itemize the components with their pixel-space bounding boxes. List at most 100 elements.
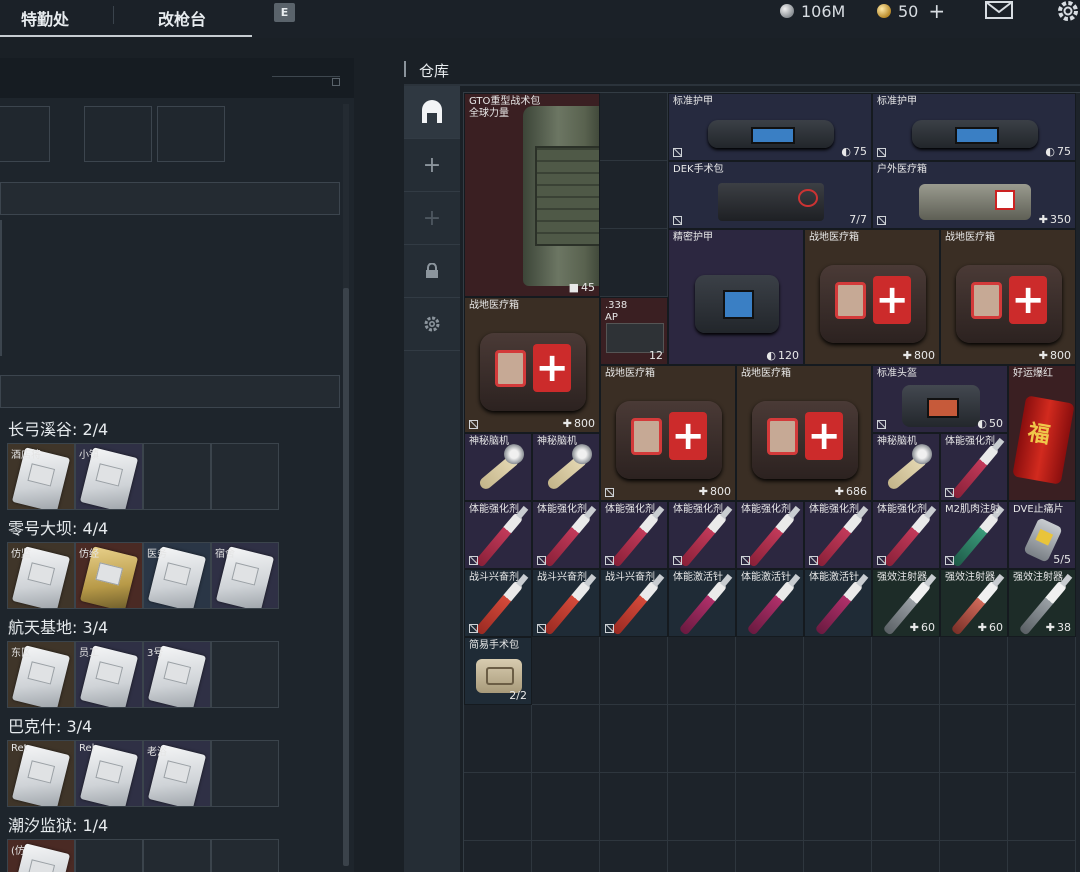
inventory-item[interactable]: 战斗兴奋剂	[600, 569, 668, 637]
add-warehouse-button[interactable]: +	[404, 139, 460, 191]
empty-grid-cell[interactable]	[736, 637, 804, 705]
empty-keycard-slot[interactable]	[211, 641, 279, 708]
empty-grid-cell[interactable]	[872, 773, 940, 841]
empty-grid-cell[interactable]	[532, 637, 600, 705]
inventory-item[interactable]: 体能强化剂	[940, 433, 1008, 501]
empty-grid-cell[interactable]	[1008, 637, 1076, 705]
equip-bar-slot[interactable]	[0, 182, 340, 215]
empty-keycard-slot[interactable]	[211, 839, 279, 872]
empty-grid-cell[interactable]	[668, 773, 736, 841]
add-warehouse-disabled-button[interactable]: +	[404, 192, 460, 244]
empty-grid-cell[interactable]	[736, 841, 804, 872]
empty-grid-cell[interactable]	[804, 637, 872, 705]
empty-keycard-slot[interactable]	[211, 740, 279, 807]
empty-grid-cell[interactable]	[532, 705, 600, 773]
empty-grid-cell[interactable]	[600, 161, 668, 229]
inventory-item[interactable]: 战地医疗箱 ✚800	[804, 229, 940, 365]
inventory-item[interactable]: DVE止痛片 5/5	[1008, 501, 1076, 569]
empty-grid-cell[interactable]	[804, 841, 872, 872]
inventory-item[interactable]: 战斗兴奋剂	[532, 569, 600, 637]
keycard-slot[interactable]: 酒店将	[7, 443, 75, 510]
inventory-item[interactable]: 战斗兴奋剂	[464, 569, 532, 637]
empty-grid-cell[interactable]	[464, 841, 532, 872]
empty-grid-cell[interactable]	[600, 637, 668, 705]
keycard-slot[interactable]: 员工	[75, 641, 143, 708]
empty-grid-cell[interactable]	[1008, 841, 1076, 872]
inventory-item[interactable]: 体能激活针	[804, 569, 872, 637]
empty-grid-cell[interactable]	[532, 773, 600, 841]
empty-grid-cell[interactable]	[464, 773, 532, 841]
empty-grid-cell[interactable]	[600, 229, 668, 297]
empty-grid-cell[interactable]	[464, 705, 532, 773]
inventory-item[interactable]: .338 AP 12	[600, 297, 668, 365]
inventory-item[interactable]: 标准护甲 ◐ 75	[872, 93, 1076, 161]
keycard-slot[interactable]: 小镇	[75, 443, 143, 510]
empty-keycard-slot[interactable]	[75, 839, 143, 872]
empty-grid-cell[interactable]	[872, 841, 940, 872]
keycard-slot[interactable]: 仿监	[7, 542, 75, 609]
empty-keycard-slot[interactable]	[143, 443, 211, 510]
empty-grid-cell[interactable]	[804, 773, 872, 841]
empty-grid-cell[interactable]	[940, 773, 1008, 841]
empty-grid-cell[interactable]	[668, 637, 736, 705]
keycard-slot[interactable]: 仿经	[75, 542, 143, 609]
keycard-slot[interactable]: 宿舍	[211, 542, 279, 609]
empty-grid-cell[interactable]	[736, 773, 804, 841]
inventory-item[interactable]: 好运爆红	[1008, 365, 1076, 501]
empty-grid-cell[interactable]	[872, 705, 940, 773]
inventory-item[interactable]: 户外医疗箱 ✚ 350	[872, 161, 1076, 229]
keycard-slot[interactable]: 老浴	[143, 740, 211, 807]
empty-grid-cell[interactable]	[872, 637, 940, 705]
inventory-item[interactable]: 体能强化剂	[600, 501, 668, 569]
equip-slot[interactable]	[84, 106, 152, 162]
empty-grid-cell[interactable]	[940, 637, 1008, 705]
empty-grid-cell[interactable]	[600, 93, 668, 161]
inventory-item[interactable]: 体能强化剂	[736, 501, 804, 569]
settings-gear-icon[interactable]	[1055, 0, 1080, 24]
inventory-item[interactable]: M2肌肉注射	[940, 501, 1008, 569]
inventory-item[interactable]: 标准头盔 ◐ 50	[872, 365, 1008, 433]
keycard-slot[interactable]: Ret	[7, 740, 75, 807]
locked-warehouse-button[interactable]	[404, 245, 460, 297]
inventory-item[interactable]: 简易手术包 2/2	[464, 637, 532, 705]
keycard-slot[interactable]: 医务	[143, 542, 211, 609]
key-hint-e[interactable]: E	[274, 3, 295, 22]
equip-bar-slot[interactable]	[0, 375, 340, 408]
empty-grid-cell[interactable]	[668, 841, 736, 872]
inventory-item[interactable]: 神秘脑机	[532, 433, 600, 501]
empty-grid-cell[interactable]	[1008, 773, 1076, 841]
inventory-item[interactable]: 体能强化剂	[804, 501, 872, 569]
mail-icon[interactable]	[985, 1, 1013, 19]
keycard-slot[interactable]: 东区	[7, 641, 75, 708]
equip-slot[interactable]	[157, 106, 225, 162]
empty-grid-cell[interactable]	[600, 773, 668, 841]
inventory-item[interactable]: 神秘脑机	[464, 433, 532, 501]
scrollbar-thumb[interactable]	[343, 288, 349, 866]
keycard-slot[interactable]: 3号	[143, 641, 211, 708]
inventory-item[interactable]: 战地医疗箱 ✚686	[736, 365, 872, 501]
empty-grid-cell[interactable]	[668, 705, 736, 773]
header-checkbox[interactable]	[332, 78, 340, 86]
inventory-item[interactable]: 精密护甲 ◐ 120	[668, 229, 804, 365]
inventory-item[interactable]: 体能强化剂	[668, 501, 736, 569]
inventory-item[interactable]: 战地医疗箱 ✚800	[940, 229, 1076, 365]
keycard-slot[interactable]: (仿	[7, 839, 75, 872]
empty-grid-cell[interactable]	[736, 705, 804, 773]
inventory-item[interactable]: 体能激活针	[668, 569, 736, 637]
inventory-item[interactable]: DEK手术包 7/7	[668, 161, 872, 229]
inventory-item[interactable]: 标准护甲 ◐ 75	[668, 93, 872, 161]
warehouse-settings-button[interactable]	[404, 298, 460, 350]
inventory-item[interactable]: 神秘脑机	[872, 433, 940, 501]
inventory-item[interactable]: 体能强化剂	[464, 501, 532, 569]
keycard-slot[interactable]: Rel	[75, 740, 143, 807]
tab-special-ops[interactable]: 特勤处	[21, 0, 69, 36]
add-currency-button[interactable]: +	[928, 0, 945, 23]
empty-keycard-slot[interactable]	[143, 839, 211, 872]
inventory-item[interactable]: 强效注射器 ✚ 60	[940, 569, 1008, 637]
empty-grid-cell[interactable]	[804, 705, 872, 773]
inventory-item[interactable]: 体能强化剂	[872, 501, 940, 569]
empty-grid-cell[interactable]	[600, 705, 668, 773]
inventory-item[interactable]: GTO重型战术包 全球力量 ■ 45	[464, 93, 600, 297]
empty-grid-cell[interactable]	[600, 841, 668, 872]
equip-slot[interactable]	[0, 106, 50, 162]
